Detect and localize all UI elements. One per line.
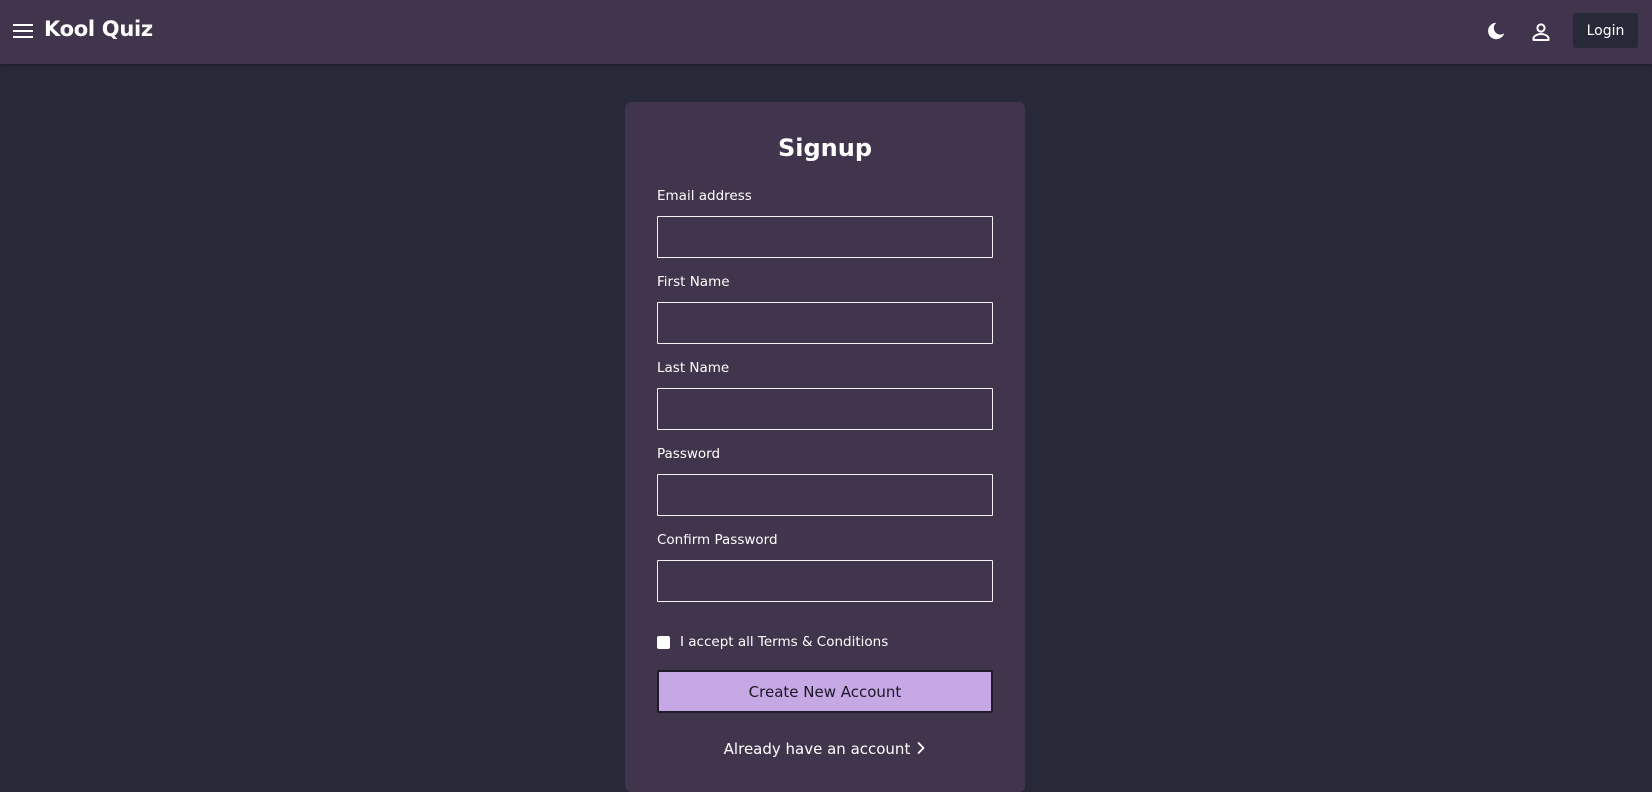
email-field[interactable]	[657, 216, 993, 258]
confirm-password-field[interactable]	[657, 560, 993, 602]
already-have-account-label: Already have an account	[723, 740, 911, 758]
first-name-label: First Name	[657, 274, 730, 290]
last-name-label: Last Name	[657, 360, 730, 376]
person-icon[interactable]	[1529, 20, 1553, 44]
moon-icon[interactable]	[1485, 20, 1507, 42]
app-brand[interactable]: Kool Quiz	[44, 17, 153, 41]
create-account-button[interactable]: Create New Account	[657, 670, 993, 713]
top-app-bar: Kool Quiz Login	[0, 0, 1652, 64]
signup-card: Signup Email address First Name Last Nam…	[625, 102, 1025, 792]
login-button[interactable]: Login	[1573, 13, 1638, 48]
last-name-field[interactable]	[657, 388, 993, 430]
page-title: Signup	[777, 134, 873, 162]
terms-checkbox[interactable]	[657, 636, 670, 649]
password-field[interactable]	[657, 474, 993, 516]
chevron-right-icon	[917, 742, 925, 754]
hamburger-menu-icon[interactable]	[13, 22, 33, 40]
already-have-account-link[interactable]: Already have an account	[625, 740, 1025, 758]
first-name-field[interactable]	[657, 302, 993, 344]
email-label: Email address	[657, 188, 752, 204]
terms-label: I accept all Terms & Conditions	[680, 634, 889, 650]
confirm-password-label: Confirm Password	[657, 532, 778, 548]
password-label: Password	[657, 446, 721, 462]
